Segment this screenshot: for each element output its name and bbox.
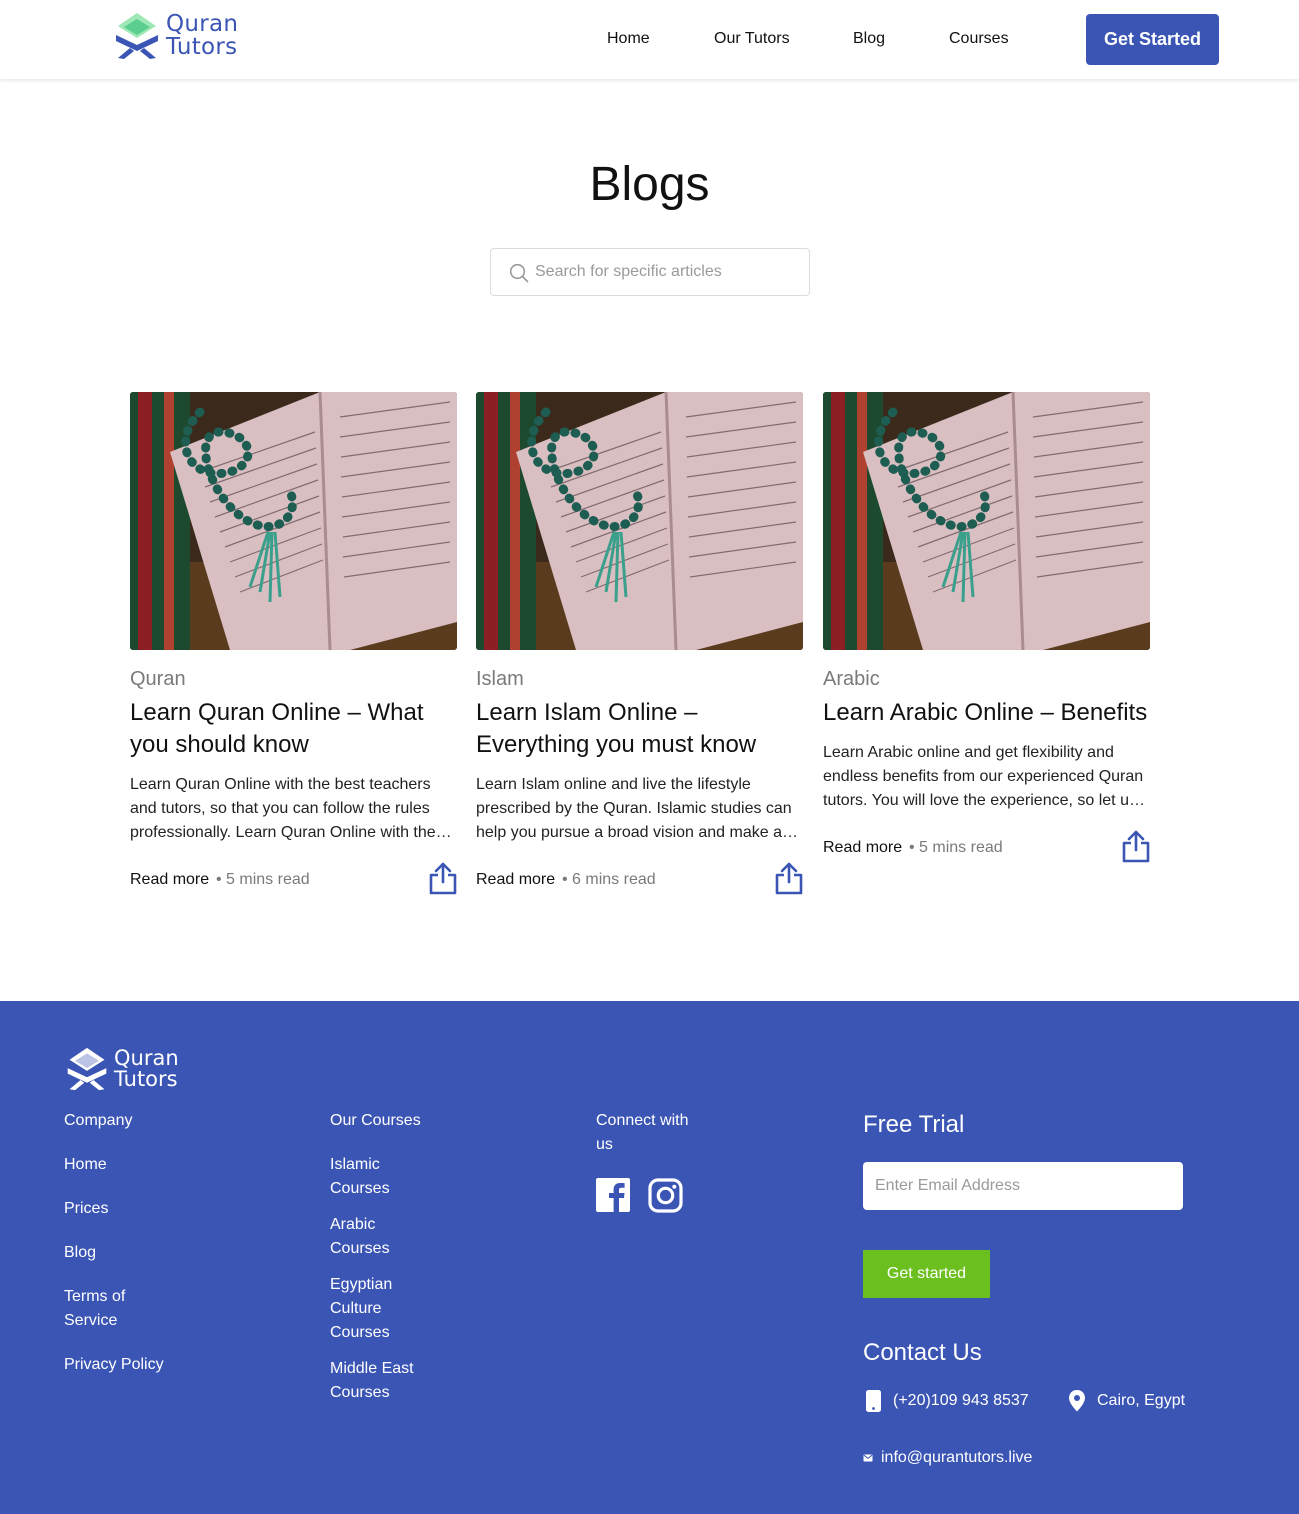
blog-card-image[interactable] [823,392,1150,650]
get-started-button[interactable]: Get Started [1086,14,1219,65]
logo-mark-icon [116,13,158,59]
footer-link-islamic-courses[interactable]: Islamic Courses [330,1153,430,1201]
share-icon[interactable] [429,861,457,895]
footer-logo-mark-icon [67,1047,107,1091]
read-more-link[interactable]: Read more [130,871,209,889]
nav-courses[interactable]: Courses [949,30,1009,48]
footer-link-middle-east-courses[interactable]: Middle East Courses [330,1357,420,1405]
search-box [490,248,810,296]
read-more-link[interactable]: Read more [823,839,902,857]
blog-card-title[interactable]: Learn Arabic Online – Benefits [823,697,1150,729]
blog-card-image[interactable] [130,392,457,650]
contact-email[interactable]: info@qurantutors.live [863,1449,1032,1467]
search-icon [509,263,529,283]
footer-company-heading: Company [64,1112,133,1129]
read-time: • 5 mins read [216,871,310,888]
footer-logo-line-1: Quran [114,1046,179,1070]
location-pin-icon [1069,1390,1085,1412]
blog-card-footer: Read more • 5 mins read [823,829,1150,869]
blog-card-footer: Read more • 6 mins read [476,861,803,901]
nav-blog[interactable]: Blog [853,30,885,48]
read-time-value: 5 mins read [919,839,1003,856]
read-time: • 5 mins read [909,839,1003,856]
read-time-value: 6 mins read [572,871,656,888]
footer-link-blog[interactable]: Blog [64,1241,174,1265]
share-icon[interactable] [775,861,803,895]
footer-link-terms[interactable]: Terms of Service [64,1285,144,1333]
logo-text: Quran Tutors [166,13,238,59]
instagram-icon[interactable] [648,1178,683,1213]
read-more-link[interactable]: Read more [476,871,555,889]
footer-link-prices[interactable]: Prices [64,1197,174,1221]
email-input[interactable] [863,1162,1183,1210]
page-title: Blogs [589,158,710,211]
footer-courses-column: Our Courses Islamic Courses Arabic Cours… [330,1109,430,1405]
blog-card: Arabic Learn Arabic Online – Benefits Le… [823,392,1150,869]
blog-card-category[interactable]: Quran [130,668,457,691]
footer-link-egyptian-courses[interactable]: Egyptian Culture Courses [330,1273,400,1345]
blog-card-description: Learn Islam online and live the lifestyl… [476,776,792,841]
blog-card-category[interactable]: Arabic [823,668,1150,691]
search-input[interactable] [535,250,805,294]
site-footer: Quran Tutors Company Home Prices Blog Te… [0,1001,1299,1514]
contact-email-text: info@qurantutors.live [881,1449,1033,1466]
blog-card-description: Learn Quran Online with the best teacher… [130,776,436,841]
phone-icon [866,1390,881,1412]
footer-link-home[interactable]: Home [64,1153,174,1177]
facebook-icon[interactable] [596,1178,630,1212]
contact-us-heading: Contact Us [863,1339,982,1366]
blog-card: Islam Learn Islam Online – Everything yo… [476,392,803,901]
footer-company-column: Company Home Prices Blog Terms of Servic… [64,1109,174,1377]
free-trial-heading: Free Trial [863,1111,965,1138]
contact-phone[interactable]: (+20)109 943 8537 [863,1389,1029,1413]
blog-card-title[interactable]: Learn Quran Online – What you should kno… [130,697,457,761]
share-icon[interactable] [1122,829,1150,863]
blog-card-image[interactable] [476,392,803,650]
footer-connect-heading: Connect with us [596,1112,689,1153]
mail-icon [863,1454,873,1462]
blog-card-category[interactable]: Islam [476,668,803,691]
footer-courses-heading: Our Courses [330,1112,421,1129]
footer-link-arabic-courses[interactable]: Arabic Courses [330,1213,430,1261]
nav-home[interactable]: Home [607,30,650,48]
blog-card-description: Learn Arabic online and get flexibility … [823,744,1144,809]
logo-line-2: Tutors [166,34,238,60]
free-trial-get-started-button[interactable]: Get started [863,1250,990,1298]
contact-phone-text: (+20)109 943 8537 [893,1392,1029,1409]
nav-our-tutors[interactable]: Our Tutors [714,30,790,48]
footer-connect-column: Connect with us [596,1109,696,1157]
logo-line-1: Quran [166,11,239,37]
footer-logo-line-2: Tutors [114,1067,178,1091]
contact-location: Cairo, Egypt [1066,1389,1185,1413]
read-time: • 6 mins read [562,871,656,888]
footer-logo-text: Quran Tutors [114,1048,179,1090]
contact-location-text: Cairo, Egypt [1097,1392,1186,1409]
footer-link-privacy[interactable]: Privacy Policy [64,1353,174,1377]
footer-logo[interactable]: Quran Tutors [64,1046,179,1092]
site-header: Quran Tutors Home Our Tutors Blog Course… [0,0,1299,79]
site-logo[interactable]: Quran Tutors [112,11,238,61]
blog-card-title[interactable]: Learn Islam Online – Everything you must… [476,697,803,761]
blog-card-footer: Read more • 5 mins read [130,861,457,901]
blog-card: Quran Learn Quran Online – What you shou… [130,392,457,901]
read-time-value: 5 mins read [226,871,310,888]
